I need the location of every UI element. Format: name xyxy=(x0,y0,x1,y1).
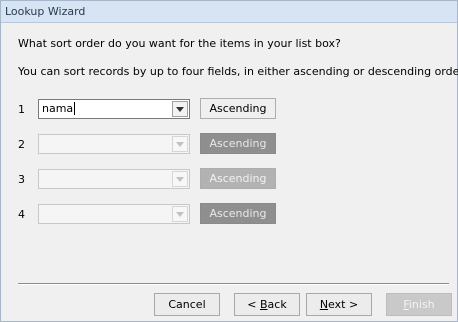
sort-field-combo-2[interactable] xyxy=(38,134,190,154)
dropdown-button[interactable] xyxy=(172,136,188,152)
cancel-button[interactable]: Cancel xyxy=(154,293,220,316)
finish-button[interactable]: Finish xyxy=(386,293,452,316)
sort-order-button-1[interactable]: Ascending xyxy=(200,98,276,119)
chevron-down-icon xyxy=(176,141,184,147)
sort-field-combo-3[interactable] xyxy=(38,169,190,189)
wizard-content: What sort order do you want for the item… xyxy=(1,23,458,321)
sort-order-button-2[interactable]: Ascending xyxy=(200,133,276,154)
dropdown-button[interactable] xyxy=(172,101,188,117)
lookup-wizard-dialog: Lookup Wizard What sort order do you wan… xyxy=(0,0,458,322)
dropdown-button[interactable] xyxy=(172,206,188,222)
title-bar[interactable]: Lookup Wizard xyxy=(1,1,457,23)
sort-row-number: 2 xyxy=(18,138,25,151)
chevron-down-icon xyxy=(176,106,184,112)
back-button-label: < Back xyxy=(247,298,287,311)
sort-row-number: 4 xyxy=(18,208,25,221)
back-button[interactable]: < Back xyxy=(234,293,300,316)
sort-field-combo-1[interactable]: nama xyxy=(38,99,190,119)
sort-row-number: 1 xyxy=(18,103,25,116)
sort-order-button-4[interactable]: Ascending xyxy=(200,203,276,224)
sort-hint-text: You can sort records by up to four field… xyxy=(18,65,458,78)
sort-row-number: 3 xyxy=(18,173,25,186)
finish-button-label: Finish xyxy=(403,298,435,311)
next-button[interactable]: Next > xyxy=(306,293,372,316)
text-cursor xyxy=(74,102,75,115)
footer-separator xyxy=(18,283,449,285)
sort-order-button-3[interactable]: Ascending xyxy=(200,168,276,189)
sort-question-text: What sort order do you want for the item… xyxy=(18,37,341,50)
dropdown-button[interactable] xyxy=(172,171,188,187)
chevron-down-icon xyxy=(176,211,184,217)
cancel-button-label: Cancel xyxy=(168,298,206,311)
next-button-label: Next > xyxy=(319,298,359,311)
chevron-down-icon xyxy=(176,176,184,182)
sort-field-value[interactable]: nama xyxy=(42,102,73,115)
window-title: Lookup Wizard xyxy=(5,5,86,18)
sort-field-combo-4[interactable] xyxy=(38,204,190,224)
